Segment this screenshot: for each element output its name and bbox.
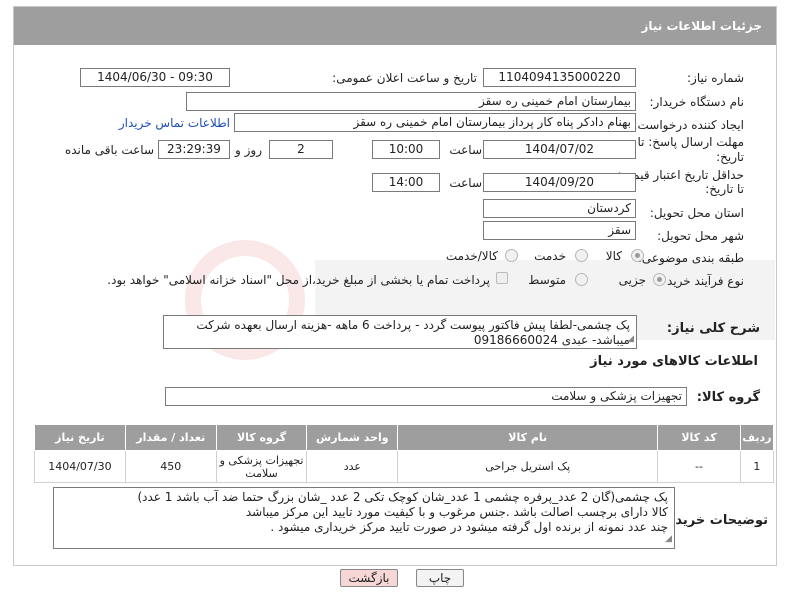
cell-unit: عدد bbox=[306, 450, 399, 483]
process-label: نوع فرآیند خرید : bbox=[659, 274, 744, 288]
deadline-label: مهلت ارسال پاسخ: تا bbox=[637, 135, 744, 149]
goods-table: ردیف کد کالا نام کالا واحد شمارش گروه کا… bbox=[34, 424, 775, 483]
col-date: تاریخ نیاز bbox=[34, 424, 126, 451]
validity-time-field[interactable]: 14:00 bbox=[372, 173, 440, 192]
deadline-time-field[interactable]: 10:00 bbox=[372, 140, 440, 159]
deadline-label-date: تاریخ: bbox=[716, 150, 744, 164]
deadline-time-label: ساعت bbox=[449, 143, 482, 157]
days-field[interactable]: 2 bbox=[269, 140, 333, 159]
category-service-radio[interactable] bbox=[575, 249, 588, 262]
announce-label: تاریخ و ساعت اعلان عمومی: bbox=[332, 71, 477, 85]
cell-row: 1 bbox=[739, 450, 775, 483]
announce-field[interactable]: 1404/06/30 - 09:30 bbox=[80, 68, 230, 87]
goods-group-field[interactable]: تجهیزات پزشکی و سلامت bbox=[165, 387, 687, 406]
city-label: شهر محل تحویل: bbox=[657, 229, 744, 243]
table-row: 1 -- پک استریل جراحی عدد تجهیزات پزشکی و… bbox=[34, 450, 775, 483]
validity-time-label: ساعت bbox=[449, 176, 482, 190]
category-goods-radio[interactable] bbox=[631, 249, 644, 262]
process-medium-label: متوسط bbox=[528, 273, 566, 287]
remaining-time-field[interactable]: 23:29:39 bbox=[158, 140, 230, 159]
validity-label: حداقل تاریخ اعتبار قیمت: bbox=[617, 168, 744, 182]
buyer-org-label: نام دستگاه خریدار: bbox=[649, 95, 745, 109]
need-number-field[interactable]: 1104094135000220 bbox=[483, 68, 636, 87]
cell-qty: 450 bbox=[124, 450, 217, 483]
validity-label-date: تا تاریخ: bbox=[705, 182, 744, 196]
buyer-notes-line-3: چند عدد نمونه از برنده اول گرفته میشود د… bbox=[270, 520, 668, 534]
col-row: ردیف bbox=[739, 424, 775, 451]
remaining-label: ساعت باقی مانده bbox=[64, 143, 154, 157]
goods-group-label: گروه کالا: bbox=[696, 390, 760, 405]
col-group: گروه کالا bbox=[215, 424, 308, 451]
validity-date-field[interactable]: 1404/09/20 bbox=[483, 173, 636, 192]
need-number-label: شماره نیاز: bbox=[687, 71, 744, 85]
cell-name: پک استریل جراحی bbox=[397, 450, 659, 483]
description-label: شرح کلی نیاز: bbox=[666, 321, 760, 336]
category-label: طبقه بندی موضوعی: bbox=[637, 251, 744, 265]
description-textarea[interactable]: پک چشمی-لطفا پیش فاکتور پیوست گردد - پرد… bbox=[163, 315, 637, 349]
description-text: پک چشمی-لطفا پیش فاکتور پیوست گردد - پرد… bbox=[196, 318, 630, 347]
buyer-notes-line-2: کالا دارای برچسب اصالت باشد .جنس مرغوب و… bbox=[245, 505, 668, 519]
cell-code: -- bbox=[657, 450, 741, 483]
category-goods-label: کالا bbox=[605, 249, 622, 263]
resize-handle-icon[interactable]: ◢ bbox=[627, 332, 634, 347]
col-unit: واحد شمارش bbox=[306, 424, 399, 451]
cell-group: تجهیزات پزشکی و سلامت bbox=[215, 450, 308, 483]
col-code: کد کالا bbox=[657, 424, 741, 451]
process-medium-radio[interactable] bbox=[575, 273, 588, 286]
buyer-notes-textarea[interactable]: پک چشمی(گان 2 عدد_پرفره چشمی 1 عدد_شان ک… bbox=[53, 487, 675, 549]
city-field[interactable]: سقز bbox=[483, 221, 636, 240]
province-label: استان محل تحویل: bbox=[649, 206, 744, 220]
treasury-payment-checkbox[interactable] bbox=[496, 272, 508, 284]
cell-date: 1404/07/30 bbox=[34, 450, 126, 483]
buyer-notes-line-1: پک چشمی(گان 2 عدد_پرفره چشمی 1 عدد_شان ک… bbox=[137, 490, 668, 504]
treasury-payment-note: پرداخت تمام یا بخشی از مبلغ خرید،از محل … bbox=[107, 273, 490, 287]
requester-label: ایجاد کننده درخواست: bbox=[633, 118, 744, 132]
process-minor-label: جزیی bbox=[618, 273, 646, 287]
col-name: نام کالا bbox=[397, 424, 659, 451]
resize-handle-icon[interactable]: ◢ bbox=[665, 532, 672, 547]
buyer-org-field[interactable]: بیمارستان امام خمینی ره سقز bbox=[186, 92, 636, 111]
contact-info-link[interactable]: اطلاعات تماس خریدار bbox=[119, 116, 230, 130]
col-qty: تعداد / مقدار bbox=[124, 424, 217, 451]
category-both-radio[interactable] bbox=[505, 249, 518, 262]
deadline-date-field[interactable]: 1404/07/02 bbox=[483, 140, 636, 159]
print-button[interactable]: چاپ bbox=[416, 569, 464, 587]
panel-title: جزئیات اطلاعات نیاز bbox=[14, 7, 776, 45]
goods-section-title: اطلاعات کالاهای مورد نیاز bbox=[590, 354, 758, 369]
process-minor-radio[interactable] bbox=[653, 273, 666, 286]
requester-field[interactable]: بهنام دادکر پناه کار پرداز بیمارستان اما… bbox=[234, 113, 636, 132]
province-field[interactable]: کردستان bbox=[483, 199, 636, 218]
back-button[interactable]: بازگشت bbox=[340, 569, 398, 587]
days-label: روز و bbox=[235, 143, 262, 157]
category-service-label: خدمت bbox=[534, 249, 566, 263]
category-both-label: کالا/خدمت bbox=[445, 249, 498, 263]
